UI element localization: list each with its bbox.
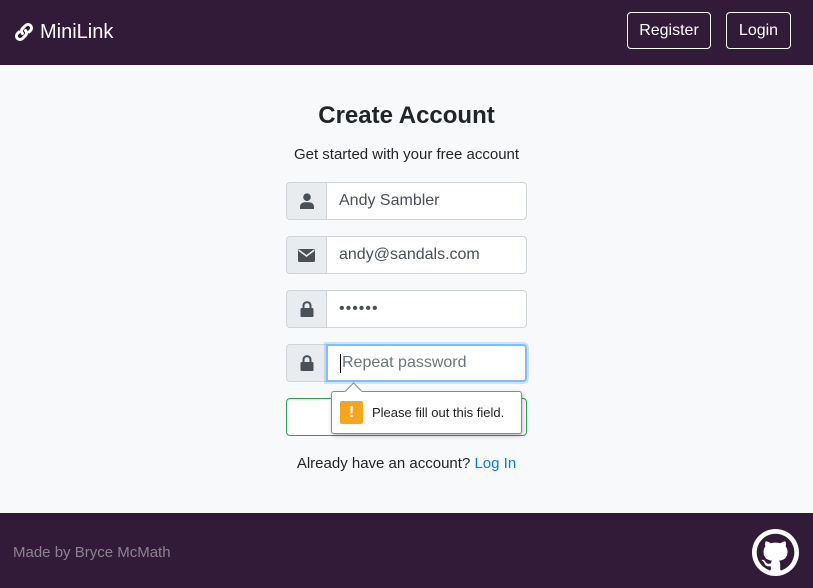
navbar: MiniLink Register Login	[0, 0, 813, 65]
repeat-password-input-group: Repeat password	[286, 344, 527, 382]
envelope-icon	[286, 236, 326, 274]
warning-icon: !	[340, 401, 363, 424]
email-input[interactable]: andy@sandals.com	[326, 236, 527, 274]
brand-link[interactable]: MiniLink	[13, 19, 113, 45]
validation-tooltip: ! Please fill out this field.	[331, 391, 522, 434]
footer-credit: Made by Bryce McMath	[13, 544, 171, 561]
user-icon	[286, 182, 326, 220]
lock-icon	[286, 344, 326, 382]
link-icon	[13, 21, 35, 43]
github-icon[interactable]	[752, 529, 799, 576]
login-prompt: Already have an account?	[296, 455, 471, 472]
log-in-link[interactable]: Log In	[474, 455, 516, 472]
name-input[interactable]: Andy Sambler	[326, 182, 527, 220]
page-title: Create Account	[318, 102, 495, 129]
password-input[interactable]: ••••••	[326, 290, 527, 328]
password-value: ••••••	[339, 300, 379, 317]
repeat-password-input[interactable]: Repeat password	[326, 344, 527, 382]
page-subtitle: Get started with your free account	[293, 146, 520, 163]
brand-name: MiniLink	[40, 20, 114, 43]
name-input-group: Andy Sambler	[286, 182, 527, 220]
text-caret	[340, 353, 341, 373]
site-footer: Made by Bryce McMath	[0, 513, 813, 588]
password-input-group: ••••••	[286, 290, 527, 328]
repeat-password-placeholder: Repeat password	[342, 354, 467, 371]
register-button[interactable]: Register	[627, 12, 711, 49]
login-button[interactable]: Login	[726, 12, 791, 49]
email-input-group: andy@sandals.com	[286, 236, 527, 274]
lock-icon	[286, 290, 326, 328]
login-prompt-row: Already have an account? Log In	[0, 455, 813, 472]
validation-message: Please fill out this field.	[372, 405, 505, 420]
